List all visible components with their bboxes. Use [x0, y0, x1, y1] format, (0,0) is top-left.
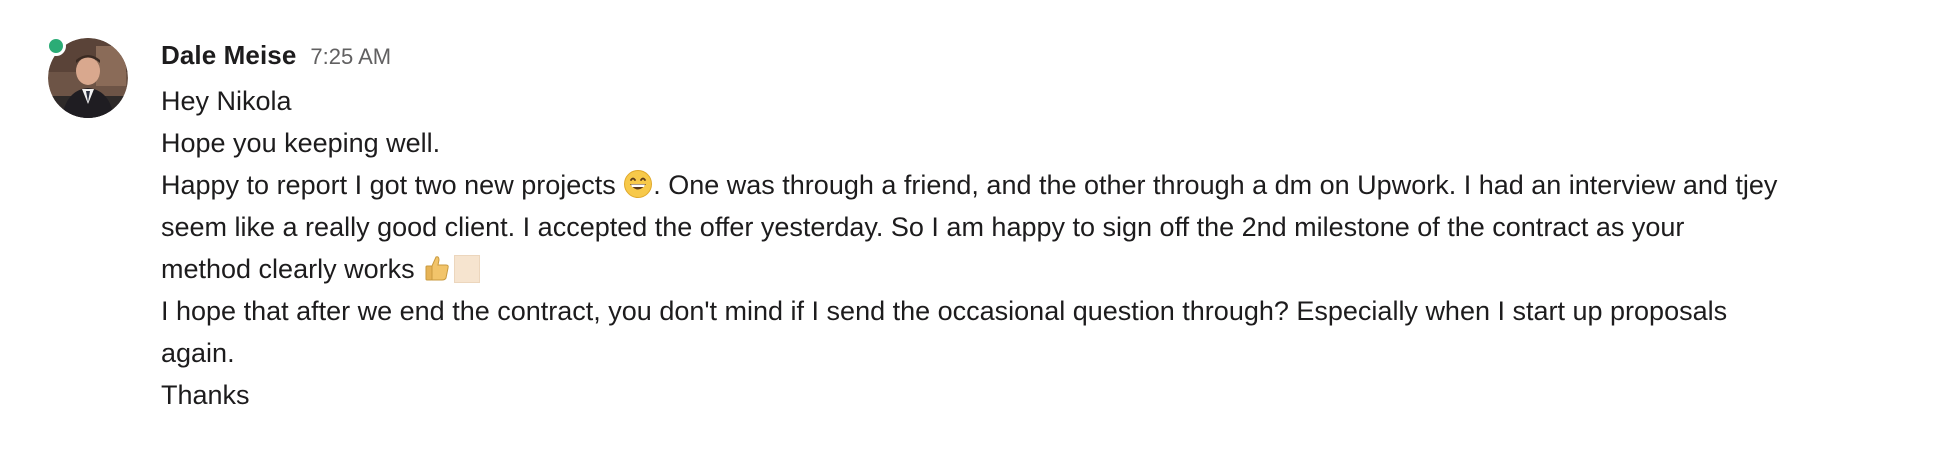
- grinning-face-emoji-icon[interactable]: [623, 169, 653, 199]
- message-line: seem like a really good client. I accept…: [161, 206, 1901, 248]
- message-text: I hope that after we end the contract, y…: [161, 296, 1728, 326]
- message-text: method clearly works: [161, 254, 423, 284]
- message-text: Hope you keeping well.: [161, 128, 441, 158]
- message-line: Thanks: [161, 374, 1901, 416]
- message-text: Hey Nikola: [161, 86, 292, 116]
- message-text: again.: [161, 338, 235, 368]
- message-line: method clearly works: [161, 248, 1901, 290]
- skin-tone-modifier-icon: [454, 255, 481, 283]
- thumbs-up-emoji-icon[interactable]: [422, 253, 452, 283]
- presence-online-icon: [46, 36, 66, 56]
- message-text: seem like a really good client. I accept…: [161, 212, 1685, 242]
- message-line: Happy to report I got two new projects .…: [161, 164, 1901, 206]
- message-line: Hope you keeping well.: [161, 122, 1901, 164]
- sender-name[interactable]: Dale Meise: [161, 40, 296, 71]
- message-line: Hey Nikola: [161, 80, 1901, 122]
- message-line: I hope that after we end the contract, y…: [161, 290, 1901, 332]
- message-timestamp[interactable]: 7:25 AM: [310, 44, 391, 70]
- message-text: Happy to report I got two new projects: [161, 170, 624, 200]
- message-text: Thanks: [161, 380, 250, 410]
- message-header: Dale Meise 7:25 AM: [161, 40, 1901, 80]
- message-content: Dale Meise 7:25 AM Hey Nikola Hope you k…: [161, 40, 1901, 416]
- chat-message: Dale Meise 7:25 AM Hey Nikola Hope you k…: [0, 0, 1948, 450]
- message-text: . One was through a friend, and the othe…: [653, 170, 1778, 200]
- message-line: again.: [161, 332, 1901, 374]
- avatar-container[interactable]: [46, 36, 128, 118]
